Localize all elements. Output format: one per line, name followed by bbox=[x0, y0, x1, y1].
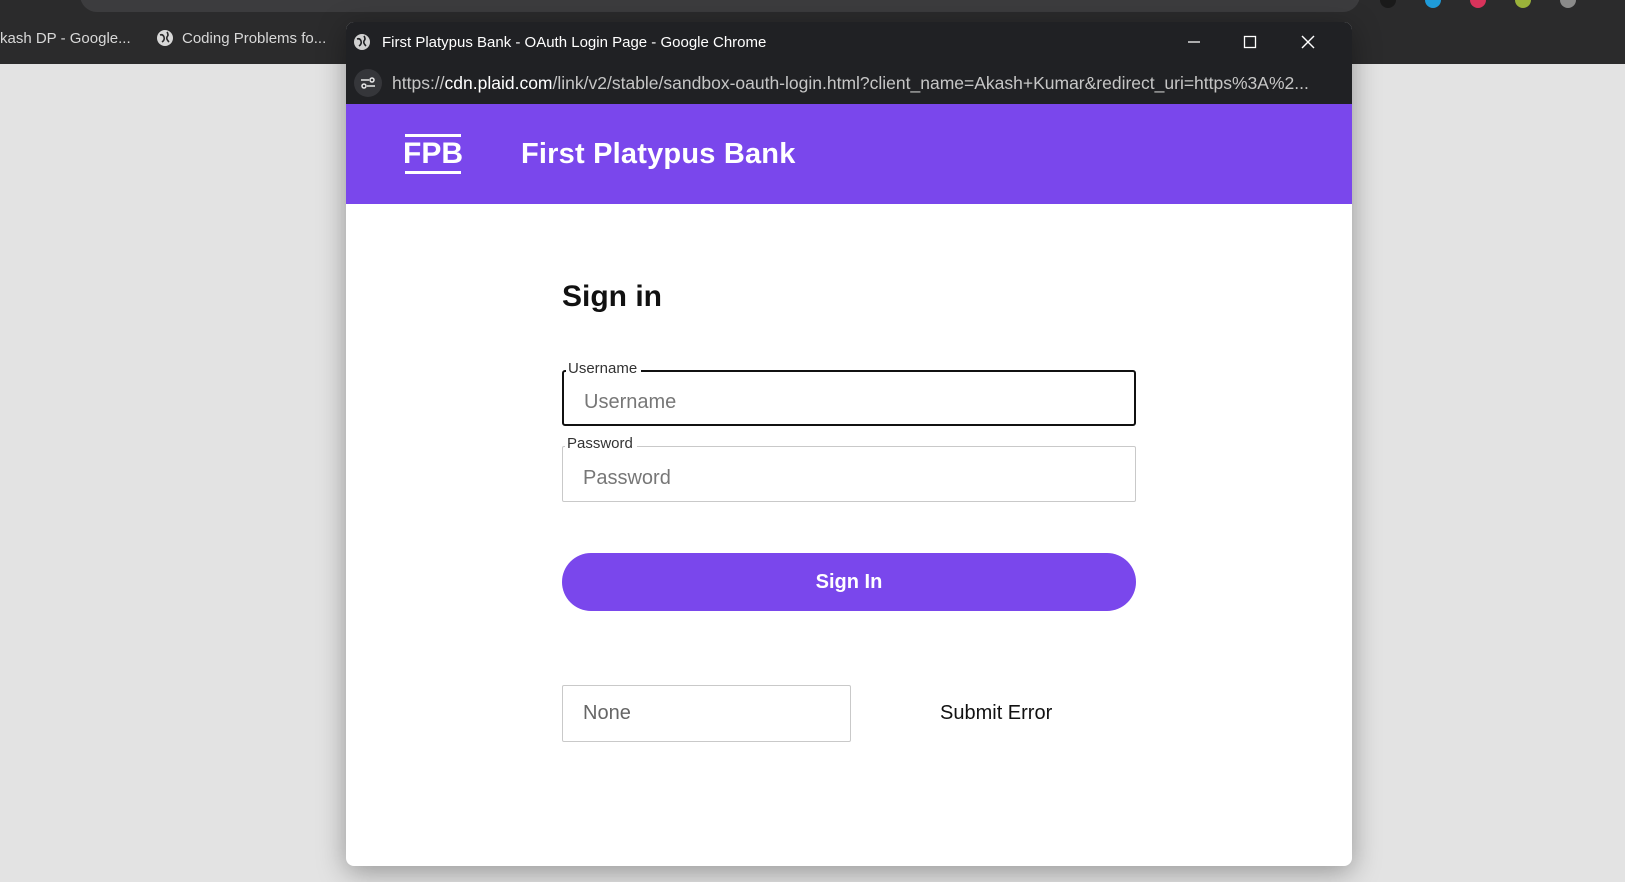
error-select-value: None bbox=[583, 702, 631, 724]
tune-icon bbox=[361, 77, 375, 89]
window-title: First Platypus Bank - OAuth Login Page -… bbox=[382, 33, 767, 51]
bookmark-label: Coding Problems fo... bbox=[182, 29, 327, 47]
maximize-button[interactable] bbox=[1222, 22, 1278, 62]
maximize-icon bbox=[1243, 35, 1257, 49]
bank-name: First Platypus Bank bbox=[521, 138, 796, 170]
oauth-popup-window: First Platypus Bank - OAuth Login Page -… bbox=[346, 22, 1352, 866]
extension-icon[interactable] bbox=[1470, 0, 1486, 8]
close-button[interactable] bbox=[1280, 22, 1336, 62]
error-select[interactable]: None bbox=[562, 685, 851, 742]
address-bar[interactable]: https://cdn.plaid.com/link/v2/stable/san… bbox=[346, 62, 1352, 104]
globe-icon bbox=[157, 30, 173, 46]
url-path: /link/v2/stable/sandbox-oauth-login.html… bbox=[552, 72, 1309, 93]
bank-header: FPB First Platypus Bank bbox=[346, 104, 1352, 204]
url-host: cdn.plaid.com bbox=[444, 72, 553, 93]
bookmark-item[interactable]: kash DP - Google... bbox=[0, 26, 131, 50]
password-field: Password bbox=[562, 436, 1136, 502]
extension-icon[interactable] bbox=[1560, 0, 1576, 8]
url-prefix: https:// bbox=[392, 72, 445, 93]
close-icon bbox=[1301, 35, 1315, 49]
extension-icon[interactable] bbox=[1425, 0, 1441, 8]
url-text[interactable]: https://cdn.plaid.com/link/v2/stable/san… bbox=[392, 73, 1332, 94]
minimize-button[interactable] bbox=[1166, 22, 1222, 62]
page-title: Sign in bbox=[562, 280, 662, 313]
globe-icon bbox=[354, 34, 370, 50]
site-info-button[interactable] bbox=[354, 69, 382, 97]
sign-in-button[interactable]: Sign In bbox=[562, 553, 1136, 611]
window-titlebar[interactable]: First Platypus Bank - OAuth Login Page -… bbox=[346, 22, 1352, 62]
minimize-icon bbox=[1188, 41, 1200, 43]
background-omnibox[interactable] bbox=[80, 0, 1360, 12]
bookmark-label: kash DP - Google... bbox=[0, 29, 131, 47]
extension-icon[interactable] bbox=[1515, 0, 1531, 8]
password-input[interactable] bbox=[563, 447, 1135, 501]
bookmark-item[interactable]: Coding Problems fo... bbox=[156, 26, 326, 50]
bank-logo: FPB bbox=[403, 134, 463, 174]
submit-error-button[interactable]: Submit Error bbox=[940, 702, 1052, 725]
extension-icon[interactable] bbox=[1380, 0, 1396, 8]
username-field: Username bbox=[562, 361, 1136, 426]
username-input[interactable] bbox=[564, 372, 1134, 424]
